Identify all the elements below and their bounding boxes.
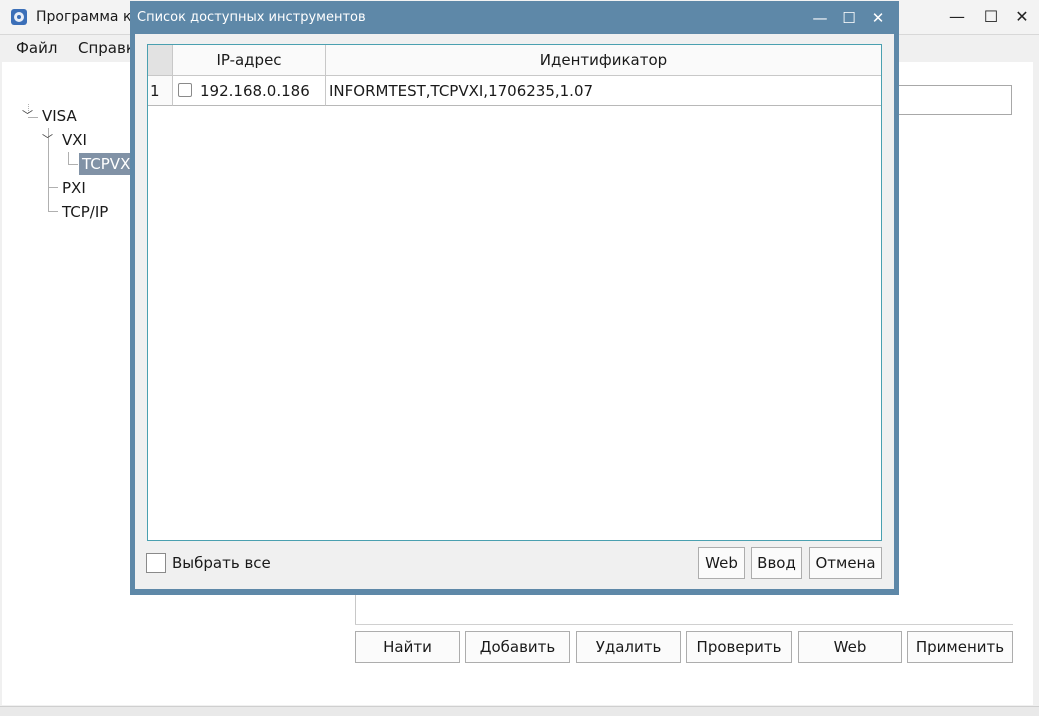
minimize-icon[interactable]: — <box>945 6 969 28</box>
instruments-dialog: Список доступных инструментов — ☐ ✕ IP-а… <box>130 1 899 595</box>
column-header-id[interactable]: Идентификатор <box>326 45 881 76</box>
check-button[interactable]: Проверить <box>686 631 792 663</box>
close-icon[interactable]: ✕ <box>1010 6 1034 28</box>
dialog-maximize-icon[interactable]: ☐ <box>837 7 861 29</box>
panel-divider <box>355 591 356 625</box>
select-all-checkbox[interactable] <box>146 553 166 573</box>
delete-button[interactable]: Удалить <box>576 631 681 663</box>
dialog-web-button[interactable]: Web <box>698 547 745 579</box>
id-cell[interactable]: INFORMTEST,TCPVXI,1706235,1.07 <box>326 76 881 106</box>
chevron-down-icon[interactable]: ﹀ <box>42 131 53 147</box>
dialog-minimize-icon[interactable]: — <box>808 7 832 29</box>
tree-item-visa[interactable]: VISA <box>42 107 77 125</box>
tree-item-pxi[interactable]: PXI <box>62 179 86 197</box>
select-all-label: Выбрать все <box>172 554 271 572</box>
tree-line <box>48 187 58 188</box>
dialog-title: Список доступных инструментов <box>137 10 366 25</box>
ip-cell[interactable]: 192.168.0.186 <box>173 76 326 106</box>
dialog-close-icon[interactable]: ✕ <box>866 7 890 29</box>
menu-help[interactable]: Справк <box>78 39 135 57</box>
table-corner[interactable] <box>148 45 173 76</box>
tree-item-tcpvxi-label: TCPVX <box>82 155 131 173</box>
resource-input[interactable] <box>897 85 1012 115</box>
dialog-cancel-button[interactable]: Отмена <box>809 547 882 579</box>
tree-line <box>48 211 58 212</box>
row-checkbox[interactable] <box>178 83 192 97</box>
panel-divider <box>355 624 1013 625</box>
tree-item-vxi[interactable]: VXI <box>62 131 87 149</box>
dialog-body: IP-адрес Идентификатор 1 192.168.0.186 I… <box>135 34 894 589</box>
add-button[interactable]: Добавить <box>465 631 570 663</box>
maximize-icon[interactable]: ☐ <box>979 6 1003 28</box>
column-header-ip[interactable]: IP-адрес <box>173 45 326 76</box>
chevron-down-icon[interactable]: ﹀ <box>22 107 33 123</box>
apply-button[interactable]: Применить <box>907 631 1013 663</box>
find-button[interactable]: Найти <box>355 631 460 663</box>
tree-item-tcpvxi[interactable]: TCPVX <box>79 153 131 175</box>
web-button[interactable]: Web <box>798 631 902 663</box>
row-number: 1 <box>148 76 173 106</box>
app-gear-icon <box>11 9 27 25</box>
menu-file[interactable]: Файл <box>16 39 57 57</box>
dialog-titlebar[interactable]: Список доступных инструментов — ☐ ✕ <box>130 1 899 34</box>
ip-value: 192.168.0.186 <box>200 82 310 100</box>
tree-line <box>68 152 69 164</box>
dialog-enter-button[interactable]: Ввод <box>751 547 802 579</box>
tree-line <box>68 164 78 165</box>
tree-item-tcpip[interactable]: TCP/IP <box>62 203 108 221</box>
instruments-table: IP-адрес Идентификатор 1 192.168.0.186 I… <box>147 44 882 541</box>
